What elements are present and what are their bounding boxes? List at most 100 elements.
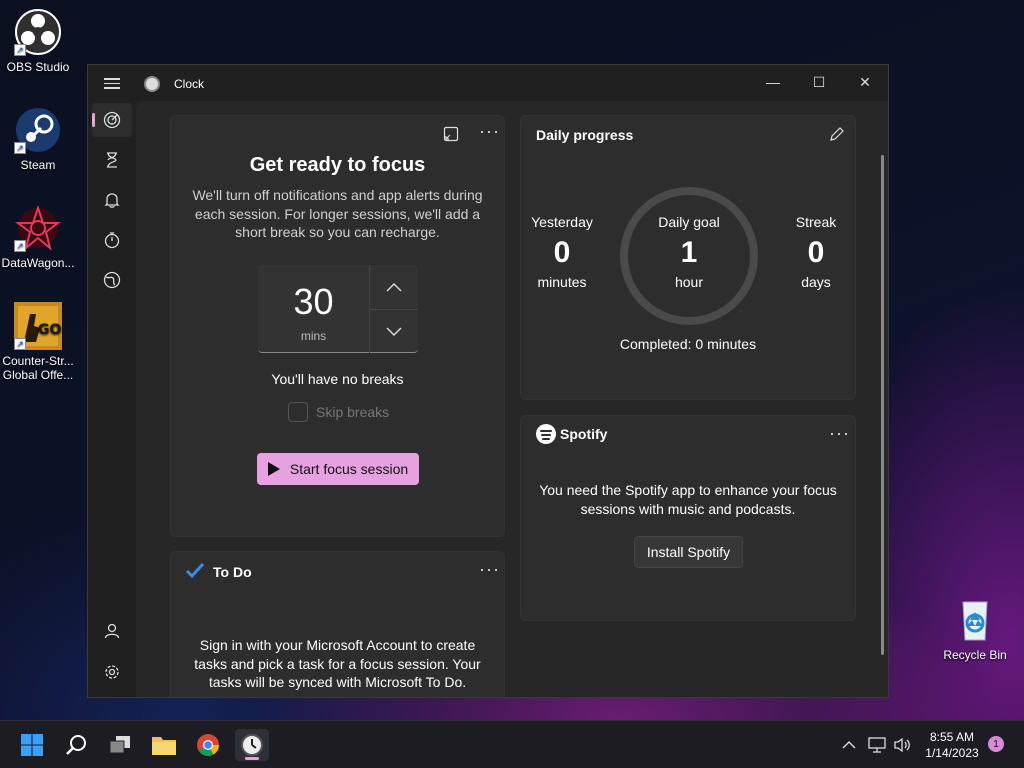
desktop-icon-label: Recycle Bin bbox=[943, 648, 1007, 662]
duration-value[interactable]: 30 bbox=[258, 281, 369, 323]
duration-stepper[interactable]: 30 mins bbox=[258, 265, 418, 353]
gear-icon bbox=[105, 665, 119, 679]
taskbar-time: 8:55 AM bbox=[929, 730, 975, 744]
windows-logo-icon bbox=[21, 734, 43, 756]
recycle-bin-icon bbox=[951, 596, 999, 644]
nav-item-alarm[interactable] bbox=[92, 183, 132, 217]
nav-item-settings[interactable] bbox=[92, 655, 132, 689]
nav-item-account[interactable] bbox=[92, 614, 132, 648]
desktop-icon-obs[interactable]: ↗ OBS Studio bbox=[0, 8, 76, 74]
desktop-icon-datawagon[interactable]: ↗ DataWagon... bbox=[0, 204, 76, 270]
file-explorer-button[interactable] bbox=[147, 729, 181, 761]
daily-progress-title: Daily progress bbox=[536, 127, 634, 143]
focus-card: ··· Get ready to focus We'll turn off no… bbox=[170, 115, 505, 537]
clock-window: Clock — ☐ ✕ ··· Get ready to focus We'll… bbox=[87, 64, 889, 698]
taskbar-clock[interactable]: 8:55 AM 1/14/2023 bbox=[918, 729, 986, 761]
start-focus-session-button[interactable]: Start focus session bbox=[257, 453, 419, 485]
streak-stat: Streak 0 days bbox=[766, 214, 866, 290]
desktop-icon-label: Counter-Str... Global Offe... bbox=[2, 354, 74, 382]
focus-description: We'll turn off notifications and app ale… bbox=[192, 187, 483, 240]
daily-progress-card: Daily progress Yesterday 0 minutes Daily… bbox=[520, 115, 856, 400]
decrease-button[interactable] bbox=[370, 309, 418, 353]
scrollbar[interactable] bbox=[881, 155, 884, 655]
desktop-icon-csgo[interactable]: GO ↗ Counter-Str... Global Offe... bbox=[0, 302, 76, 382]
clock-taskbar-button[interactable] bbox=[235, 729, 269, 761]
yesterday-label: Yesterday bbox=[531, 214, 593, 230]
checkbox-box[interactable] bbox=[288, 402, 308, 422]
daily-goal-label: Daily goal bbox=[658, 214, 720, 230]
desktop-icon-label: DataWagon... bbox=[1, 256, 75, 270]
nav-item-world-clock[interactable] bbox=[92, 263, 132, 297]
task-view-button[interactable] bbox=[103, 729, 137, 761]
nav-item-stopwatch[interactable] bbox=[92, 223, 132, 257]
daily-goal-unit: hour bbox=[674, 274, 704, 290]
search-icon bbox=[66, 735, 86, 755]
spotify-logo: Spotify bbox=[536, 424, 607, 444]
stopwatch-icon bbox=[104, 232, 120, 249]
yesterday-value: 0 bbox=[553, 236, 571, 269]
more-options-icon[interactable]: ··· bbox=[479, 122, 500, 140]
close-button[interactable]: ✕ bbox=[842, 65, 888, 99]
duration-unit: mins bbox=[300, 329, 327, 343]
window-title: Clock bbox=[174, 77, 205, 91]
edit-pencil-icon[interactable] bbox=[829, 126, 845, 142]
focus-icon bbox=[103, 111, 121, 129]
desktop-icon-label: OBS Studio bbox=[6, 60, 70, 74]
focus-title: Get ready to focus bbox=[249, 154, 426, 176]
folder-icon bbox=[152, 737, 176, 755]
bell-icon bbox=[104, 193, 120, 208]
globe-icon bbox=[103, 271, 121, 289]
todo-check-icon bbox=[185, 562, 205, 579]
taskbar-date: 1/14/2023 bbox=[925, 746, 979, 760]
svg-text:GO: GO bbox=[38, 322, 61, 338]
compact-overlay-icon[interactable] bbox=[443, 126, 459, 142]
notification-badge[interactable]: 1 bbox=[988, 736, 1004, 752]
taskbar: 8:55 AM 1/14/2023 bbox=[0, 720, 1024, 768]
nav-item-focus-sessions[interactable] bbox=[92, 103, 132, 137]
chrome-icon bbox=[197, 734, 219, 756]
start-button[interactable] bbox=[15, 729, 49, 761]
skip-breaks-checkbox[interactable]: Skip breaks bbox=[288, 402, 389, 422]
nav-item-timer[interactable] bbox=[92, 143, 132, 177]
task-view-icon bbox=[109, 736, 130, 754]
start-label: Start focus session bbox=[289, 461, 409, 477]
daily-goal-value: 1 bbox=[680, 236, 698, 269]
desktop-icon-steam[interactable]: ↗ Steam bbox=[0, 106, 76, 172]
desktop-icon-recycle-bin[interactable]: Recycle Bin bbox=[937, 596, 1013, 662]
clock-icon bbox=[241, 734, 263, 756]
show-hidden-icons-button[interactable] bbox=[842, 721, 856, 768]
increase-button[interactable] bbox=[370, 265, 418, 309]
hamburger-menu-icon[interactable] bbox=[102, 75, 122, 91]
yesterday-unit: minutes bbox=[537, 274, 587, 290]
streak-value: 0 bbox=[807, 236, 825, 269]
todo-card: To Do ··· Sign in with your Microsoft Ac… bbox=[170, 551, 505, 697]
todo-message: Sign in with your Microsoft Account to c… bbox=[194, 637, 481, 690]
volume-button[interactable] bbox=[893, 721, 911, 768]
network-button[interactable] bbox=[868, 721, 886, 768]
chrome-button[interactable] bbox=[191, 729, 225, 761]
title-bar[interactable]: Clock — ☐ ✕ bbox=[88, 65, 888, 101]
csgo-icon: GO ↗ bbox=[14, 302, 62, 350]
minimize-button[interactable]: — bbox=[750, 65, 796, 99]
streak-unit: days bbox=[801, 274, 831, 290]
streak-label: Streak bbox=[795, 214, 837, 230]
more-options-icon[interactable]: ··· bbox=[479, 560, 500, 578]
hourglass-icon bbox=[107, 152, 117, 168]
skip-breaks-label: Skip breaks bbox=[316, 404, 390, 420]
desktop-icon-label: Steam bbox=[20, 158, 56, 172]
network-icon bbox=[868, 737, 886, 753]
search-button[interactable] bbox=[59, 729, 93, 761]
spotify-message: You need the Spotify app to enhance your… bbox=[539, 482, 837, 517]
speaker-icon bbox=[894, 737, 910, 753]
todo-title: To Do bbox=[213, 564, 252, 580]
chevron-up-icon bbox=[386, 283, 402, 292]
maximize-button[interactable]: ☐ bbox=[796, 65, 842, 99]
chevron-up-icon bbox=[842, 741, 856, 749]
more-options-icon[interactable]: ··· bbox=[829, 424, 850, 442]
install-spotify-button[interactable]: Install Spotify bbox=[634, 536, 743, 568]
completed-text: Completed: 0 minutes bbox=[619, 336, 757, 352]
spotify-icon bbox=[536, 424, 556, 444]
play-icon bbox=[267, 462, 280, 476]
chevron-down-icon bbox=[386, 327, 402, 336]
steam-icon: ↗ bbox=[14, 106, 62, 154]
